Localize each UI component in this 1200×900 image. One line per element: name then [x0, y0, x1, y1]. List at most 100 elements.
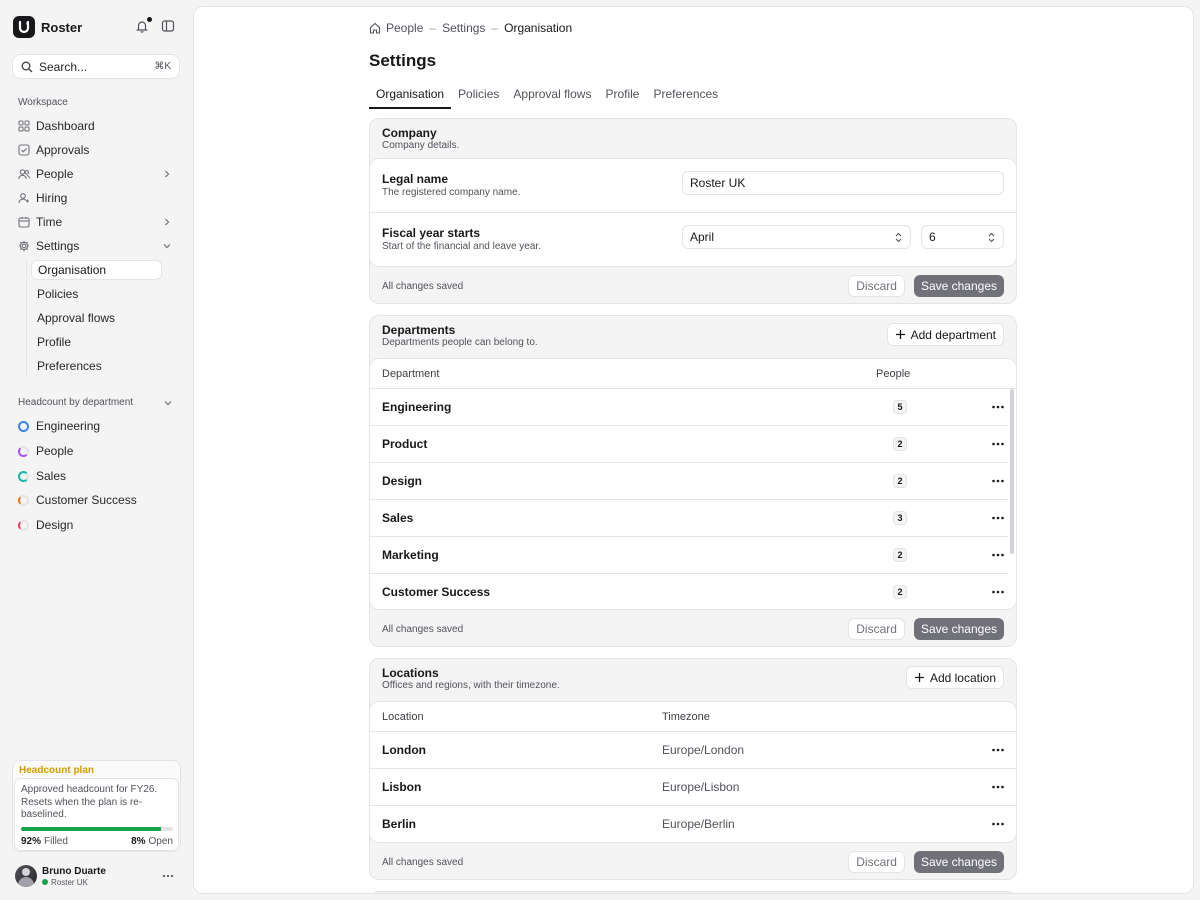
more-horizontal-icon[interactable] [991, 401, 1005, 413]
bell-icon[interactable] [135, 17, 152, 35]
more-horizontal-icon[interactable] [991, 781, 1005, 793]
location-timezone: Europe/Lisbon [662, 780, 740, 794]
departments-card: Departments Departments people can belon… [369, 315, 1017, 647]
notification-dot [147, 17, 152, 22]
locations-table-header: Location Timezone [370, 702, 1016, 732]
user-profile[interactable]: Bruno Duarte Roster UK [15, 865, 180, 887]
add-location-button[interactable]: Add location [905, 666, 1004, 689]
table-row[interactable]: Marketing 2 [370, 537, 1008, 574]
sidebar-item-label: Hiring [36, 191, 68, 205]
sidebar-subitem-preferences[interactable]: Preferences [31, 356, 162, 376]
donut-icon [18, 445, 29, 457]
people-count-badge: 2 [893, 474, 907, 488]
user-org: Roster UK [42, 878, 106, 887]
headcount-engineering[interactable]: Engineering [18, 417, 100, 435]
gear-icon [18, 240, 30, 252]
tab-profile[interactable]: Profile [598, 87, 646, 109]
plan-title: Headcount plan [19, 765, 95, 776]
legal-name-input[interactable]: Roster UK [682, 171, 1004, 195]
table-row[interactable]: Lisbon Europe/Lisbon [370, 769, 1016, 806]
headcount-label: Engineering [36, 419, 101, 433]
sidebar-toggle-icon[interactable] [161, 19, 177, 35]
save-button[interactable]: Save changes [913, 851, 1004, 873]
more-horizontal-icon[interactable] [162, 870, 174, 882]
headcount-group-label[interactable]: Headcount by department [18, 397, 133, 408]
legal-name-row: Legal name The registered company name. … [370, 159, 1016, 213]
sidebar-subitem-organisation[interactable]: Organisation [31, 260, 162, 280]
more-horizontal-icon[interactable] [991, 549, 1005, 561]
breadcrumb-settings[interactable]: Settings [442, 21, 485, 35]
headcount-label: Sales [36, 469, 67, 483]
add-department-button[interactable]: Add department [886, 323, 1004, 346]
more-horizontal-icon[interactable] [991, 744, 1005, 756]
sidebar-item-hiring[interactable]: Hiring [12, 187, 180, 209]
avatar [15, 865, 37, 887]
table-row[interactable]: Engineering 5 [370, 389, 1008, 426]
sidebar-item-time[interactable]: Time [12, 211, 180, 233]
breadcrumb-people[interactable]: People [386, 21, 423, 35]
company-subtitle: Company details. [382, 140, 460, 151]
col-people: People [876, 368, 911, 380]
headcount-design[interactable]: Design [18, 516, 73, 534]
sidebar-subitem-approval-flows[interactable]: Approval flows [31, 308, 162, 328]
headcount-people[interactable]: People [18, 442, 73, 460]
people-count-badge: 2 [893, 585, 907, 599]
departments-title: Departments [382, 323, 456, 337]
fiscal-day-select[interactable]: 6 [921, 225, 1004, 249]
table-row[interactable]: Design 2 [370, 463, 1008, 500]
discard-button[interactable]: Discard [848, 618, 905, 640]
headcount-label: Customer Success [36, 493, 137, 507]
location-name: Berlin [382, 817, 417, 831]
more-horizontal-icon[interactable] [991, 438, 1005, 450]
plan-stats: 92% Filled 8% Open [21, 836, 173, 847]
sidebar-subitem-policies[interactable]: Policies [31, 284, 162, 304]
locations-table: Location Timezone London Europe/London L… [369, 701, 1017, 843]
fiscal-year-help: Start of the financial and leave year. [382, 241, 541, 252]
tab-preferences[interactable]: Preferences [646, 87, 725, 109]
search-input[interactable]: Search... ⌘K [12, 54, 180, 79]
table-row[interactable]: Berlin Europe/Berlin [370, 806, 1016, 842]
headcount-sales[interactable]: Sales [18, 467, 66, 485]
save-status: All changes saved [382, 280, 464, 292]
fiscal-month-select[interactable]: April [682, 225, 911, 249]
sidebar-item-approvals[interactable]: Approvals [12, 139, 180, 161]
sidebar-subitem-profile[interactable]: Profile [31, 332, 162, 352]
discard-button[interactable]: Discard [848, 851, 905, 873]
sidebar-item-people[interactable]: People [12, 163, 180, 185]
department-name: Sales [382, 511, 414, 525]
table-row[interactable]: Product 2 [370, 426, 1008, 463]
breadcrumb: People – Settings – Organisation [369, 21, 572, 35]
more-horizontal-icon[interactable] [991, 512, 1005, 524]
sidebar-item-dashboard[interactable]: Dashboard [12, 115, 180, 137]
table-row[interactable]: London Europe/London [370, 732, 1016, 769]
table-row[interactable]: Customer Success 2 [370, 574, 1008, 609]
table-scrollbar[interactable] [1010, 389, 1014, 554]
discard-button[interactable]: Discard [848, 275, 905, 297]
home-icon[interactable] [369, 22, 381, 34]
table-row[interactable]: Sales 3 [370, 500, 1008, 537]
save-button[interactable]: Save changes [913, 275, 1004, 297]
more-horizontal-icon[interactable] [991, 586, 1005, 598]
more-horizontal-icon[interactable] [991, 475, 1005, 487]
plan-open: 8% Open [131, 836, 173, 847]
add-location-label: Add location [929, 670, 996, 685]
search-shortcut: ⌘K [154, 61, 171, 72]
chevron-down-icon[interactable] [163, 398, 173, 408]
headcount-customer-success[interactable]: Customer Success [18, 491, 137, 509]
more-horizontal-icon[interactable] [991, 818, 1005, 830]
save-button[interactable]: Save changes [913, 618, 1004, 640]
tab-policies[interactable]: Policies [451, 87, 506, 109]
people-count-badge: 2 [893, 437, 907, 451]
tab-approval-flows[interactable]: Approval flows [506, 87, 598, 109]
page-title: Settings [369, 51, 437, 70]
sidebar-item-label: Settings [36, 239, 80, 253]
plan-open-pct: 8% [131, 836, 146, 847]
sidebar-item-label: Dashboard [36, 119, 95, 133]
sidebar-item-settings[interactable]: Settings [12, 235, 180, 257]
search-placeholder: Search... [39, 59, 88, 74]
donut-icon [18, 420, 29, 432]
brand[interactable]: Roster [13, 16, 82, 38]
sidebar-item-label: People [36, 167, 74, 181]
donut-icon [18, 519, 29, 531]
tab-organisation[interactable]: Organisation [369, 87, 452, 109]
